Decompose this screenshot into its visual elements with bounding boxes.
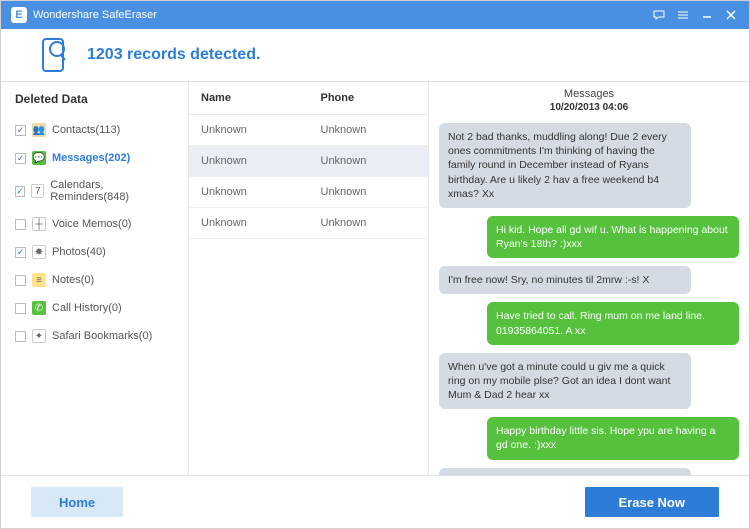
sidebar-item-label: Notes(0) [52, 274, 94, 286]
erase-now-button[interactable]: Erase Now [585, 487, 719, 517]
cell-name: Unknown [189, 146, 309, 176]
call-icon: ✆ [32, 301, 46, 315]
table-row[interactable]: UnknownUnknown [189, 177, 428, 208]
cell-phone: Unknown [309, 177, 429, 207]
calendar-icon: 7 [31, 184, 44, 198]
checkbox[interactable] [15, 331, 26, 342]
record-table: Name Phone UnknownUnknownUnknownUnknownU… [189, 82, 429, 475]
contacts-icon: 👥 [32, 123, 46, 137]
sidebar-item-contacts[interactable]: ✓ 👥 Contacts(113) [1, 116, 188, 144]
sidebar-item-call[interactable]: ✆ Call History(0) [1, 294, 188, 322]
checkbox[interactable]: ✓ [15, 247, 26, 258]
message-bubble-out: Have tried to call. Ring mum on me land … [487, 302, 739, 344]
sidebar-item-label: Messages(202) [52, 152, 130, 164]
message-preview: Messages 10/20/2013 04:06 Not 2 bad than… [429, 82, 749, 475]
table-row[interactable]: UnknownUnknown [189, 146, 428, 177]
message-bubble-in: Not 2 bad thanks, muddling along! Due 2 … [439, 123, 691, 208]
message-bubble-in: I'm free now! Sry, no minutes til 2mrw :… [439, 266, 691, 294]
app-logo-icon: E [11, 7, 27, 23]
close-icon[interactable] [723, 7, 739, 23]
message-bubble-in: Thank u 4 the lovely card - I feel even … [439, 468, 691, 475]
sidebar-item-label: Photos(40) [52, 246, 106, 258]
preview-timestamp: 10/20/2013 04:06 [429, 102, 749, 119]
notes-icon: ≡ [32, 273, 46, 287]
cell-name: Unknown [189, 115, 309, 145]
preview-title: Messages [429, 82, 749, 102]
checkbox[interactable]: ✓ [15, 125, 26, 136]
message-bubble-out: Hi kid. Hope all gd wif u. What is happe… [487, 216, 739, 258]
banner: 1203 records detected. [1, 29, 749, 81]
cell-name: Unknown [189, 208, 309, 238]
sidebar-item-notes[interactable]: ≡ Notes(0) [1, 266, 188, 294]
app-title: Wondershare SafeEraser [33, 9, 157, 21]
messages-icon: 💬 [32, 151, 46, 165]
sidebar-item-label: Voice Memos(0) [52, 218, 131, 230]
minimize-icon[interactable] [699, 7, 715, 23]
checkbox[interactable]: ✓ [15, 186, 25, 197]
safari-icon: ✦ [32, 329, 46, 343]
content-area: Deleted Data ✓ 👥 Contacts(113) ✓ 💬 Messages(2… [1, 81, 749, 476]
sidebar: Deleted Data ✓ 👥 Contacts(113) ✓ 💬 Messages(2… [1, 82, 189, 475]
home-button[interactable]: Home [31, 487, 123, 517]
sidebar-item-label: Call History(0) [52, 302, 122, 314]
sidebar-item-photos[interactable]: ✓ ✸ Photos(40) [1, 238, 188, 266]
sidebar-items: ✓ 👥 Contacts(113) ✓ 💬 Messages(202) ✓ 7 Calendar… [1, 114, 188, 352]
table-row[interactable]: UnknownUnknown [189, 115, 428, 146]
message-bubble-in: When u've got a minute could u giv me a … [439, 353, 691, 410]
checkbox[interactable] [15, 219, 26, 230]
table-row[interactable]: UnknownUnknown [189, 208, 428, 239]
feedback-icon[interactable] [651, 7, 667, 23]
table-header-row: Name Phone [189, 82, 428, 115]
message-bubble-out: Happy birthday little sis. Hope ypu are … [487, 417, 739, 459]
app-window: E Wondershare SafeEraser 1203 records de… [0, 0, 750, 529]
sidebar-item-label: Calendars, Reminders(848) [50, 179, 174, 203]
sidebar-item-safari[interactable]: ✦ Safari Bookmarks(0) [1, 322, 188, 350]
sidebar-item-voice[interactable]: ┼ Voice Memos(0) [1, 210, 188, 238]
checkbox[interactable] [15, 303, 26, 314]
menu-icon[interactable] [675, 7, 691, 23]
sidebar-item-messages[interactable]: ✓ 💬 Messages(202) [1, 144, 188, 172]
scan-phone-icon [39, 37, 67, 73]
col-name: Name [189, 82, 309, 114]
sidebar-item-label: Contacts(113) [52, 124, 120, 136]
sidebar-item-calendar[interactable]: ✓ 7 Calendars, Reminders(848) [1, 172, 188, 210]
cell-phone: Unknown [309, 146, 429, 176]
checkbox[interactable] [15, 275, 26, 286]
col-phone: Phone [309, 82, 429, 114]
titlebar: E Wondershare SafeEraser [1, 1, 749, 29]
sidebar-item-label: Safari Bookmarks(0) [52, 330, 152, 342]
cell-name: Unknown [189, 177, 309, 207]
voice-icon: ┼ [32, 217, 46, 231]
cell-phone: Unknown [309, 115, 429, 145]
footer: Home Erase Now [1, 476, 749, 528]
message-list: Not 2 bad thanks, muddling along! Due 2 … [429, 119, 749, 475]
checkbox[interactable]: ✓ [15, 153, 26, 164]
cell-phone: Unknown [309, 208, 429, 238]
records-headline: 1203 records detected. [87, 46, 260, 64]
sidebar-header: Deleted Data [1, 82, 188, 114]
photos-icon: ✸ [32, 245, 46, 259]
